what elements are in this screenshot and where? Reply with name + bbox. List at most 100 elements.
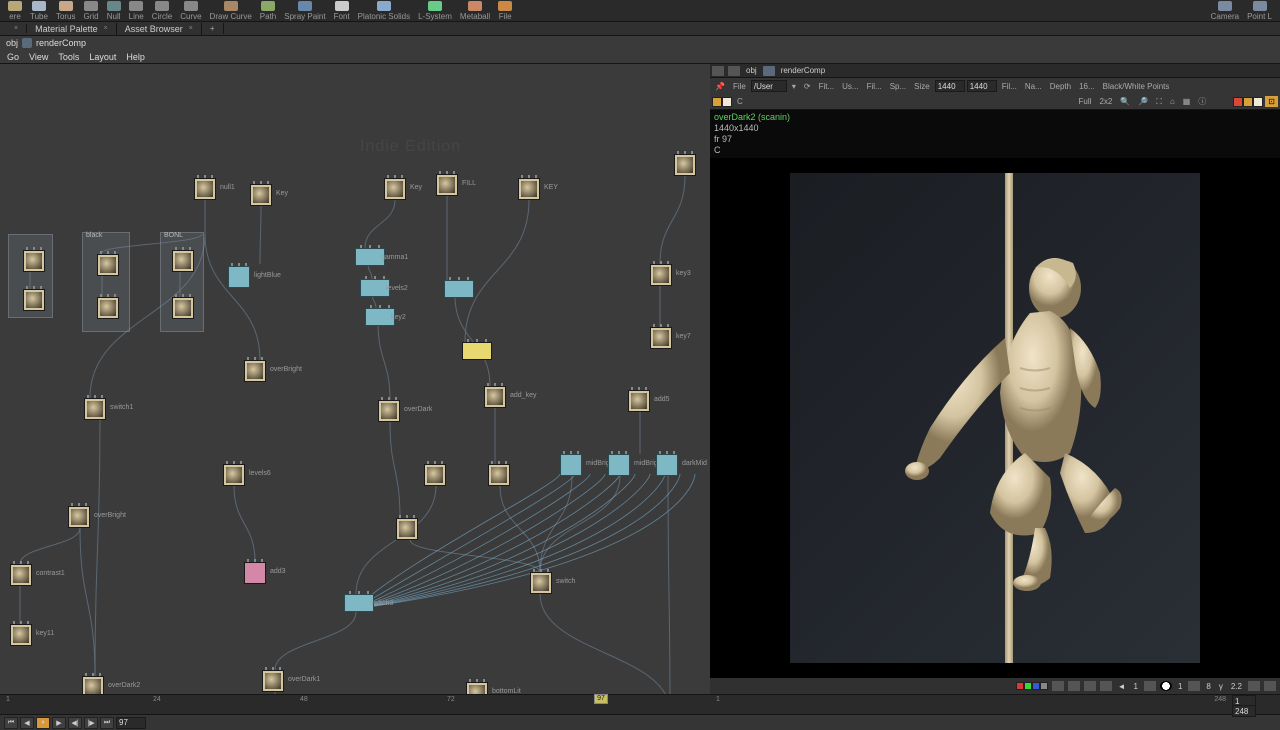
reload-icon[interactable]: ⟳ — [801, 81, 814, 92]
bits-btn[interactable]: 16... — [1076, 81, 1098, 92]
grid-2x2[interactable]: 2x2 — [1096, 96, 1115, 107]
first-frame-button[interactable]: ⏮ — [4, 717, 18, 729]
shelf-lsys[interactable]: L-System — [418, 1, 452, 21]
render-viewport[interactable] — [710, 158, 1280, 678]
node-unnamed[interactable] — [674, 154, 696, 176]
node-unnamed[interactable] — [462, 342, 492, 360]
gear-icon[interactable] — [1068, 681, 1080, 691]
close-icon[interactable]: × — [14, 25, 18, 32]
color-quad[interactable] — [712, 97, 732, 107]
shelf-draw[interactable]: Draw Curve — [210, 1, 252, 21]
timeline[interactable]: 12448729797 1 248 — [0, 694, 1280, 714]
chevron-down-icon[interactable]: ▾ — [789, 81, 799, 92]
menu-view[interactable]: View — [24, 52, 53, 62]
shelf-camera[interactable]: Camera — [1211, 1, 1239, 21]
file-path-input[interactable] — [751, 80, 787, 92]
node-unnamed[interactable] — [23, 250, 45, 272]
node-add_key[interactable]: add_key — [484, 386, 506, 408]
node-KEY[interactable]: KEY — [518, 178, 540, 200]
shelf-platonic[interactable]: Platonic Solids — [358, 1, 410, 21]
node-switch3[interactable]: switch3 — [344, 594, 374, 612]
shelf-line[interactable]: Line — [129, 1, 144, 21]
node-contrast1[interactable]: contrast1 — [10, 564, 32, 586]
file-menu[interactable]: File — [730, 81, 749, 92]
node-levels2[interactable]: levels2 — [360, 279, 390, 297]
render-path-root[interactable]: obj — [746, 66, 757, 75]
menu-layout[interactable]: Layout — [84, 52, 121, 62]
node-lightBlue[interactable]: lightBlue — [228, 266, 250, 288]
shelf-font[interactable]: Font — [334, 1, 350, 21]
node-unnamed[interactable] — [97, 254, 119, 276]
shelf-file[interactable]: File — [498, 1, 512, 21]
height-input[interactable] — [967, 80, 997, 92]
menu-go[interactable]: Go — [2, 52, 24, 62]
pin-icon[interactable]: 📌 — [712, 81, 728, 92]
step-back-button[interactable]: ◀| — [68, 717, 82, 729]
channel-c[interactable]: C — [734, 96, 746, 107]
shelf-grid[interactable]: Grid — [84, 1, 99, 21]
node-overBright[interactable]: overBright — [68, 506, 90, 528]
close-icon[interactable]: ⊡ — [1265, 96, 1278, 107]
node-unnamed[interactable] — [424, 464, 446, 486]
node-icon[interactable] — [763, 66, 775, 76]
tab-empty[interactable]: × — [0, 24, 27, 33]
home-icon[interactable]: ⌂ — [1167, 96, 1178, 107]
node-unnamed[interactable] — [444, 280, 474, 298]
node-add5[interactable]: add5 — [628, 390, 650, 412]
node-overDark1[interactable]: overDark1 — [262, 670, 284, 692]
node-Key[interactable]: Key — [250, 184, 272, 206]
node-key11[interactable]: key11 — [10, 624, 32, 646]
add-icon[interactable] — [1144, 681, 1156, 691]
play-reverse-button[interactable]: ◀ — [20, 717, 34, 729]
width-input[interactable] — [935, 80, 965, 92]
eye-icon[interactable] — [1084, 681, 1096, 691]
close-icon[interactable]: × — [104, 25, 108, 32]
full-btn[interactable]: Full — [1076, 96, 1095, 107]
na-btn[interactable]: Na... — [1022, 81, 1045, 92]
path-root[interactable]: obj — [6, 38, 18, 48]
close-icon[interactable]: × — [189, 25, 193, 32]
fit-icon[interactable]: ⛶ — [1153, 96, 1165, 108]
shelf-null[interactable]: Null — [107, 1, 121, 21]
home-icon[interactable] — [712, 66, 724, 76]
node-FILL[interactable]: FILL — [436, 174, 458, 196]
settings-icon[interactable] — [1264, 681, 1276, 691]
play-button[interactable]: ▶ — [52, 717, 66, 729]
node-overDark[interactable]: overDark — [378, 400, 400, 422]
path-node[interactable]: renderComp — [36, 38, 86, 48]
node-unnamed[interactable] — [172, 250, 194, 272]
node-unnamed[interactable] — [172, 297, 194, 319]
node-key7[interactable]: key7 — [650, 327, 672, 349]
node-unnamed[interactable] — [97, 297, 119, 319]
fit-btn[interactable]: Fit... — [816, 81, 838, 92]
fil-btn[interactable]: Fil... — [864, 81, 885, 92]
node-overDark2[interactable]: overDark2 — [82, 676, 104, 694]
node-overBright[interactable]: overBright — [244, 360, 266, 382]
node-midBrighter[interactable]: midBrighter — [608, 454, 630, 476]
shelf-path[interactable]: Path — [260, 1, 276, 21]
shelf-spray[interactable]: Spray Paint — [284, 1, 325, 21]
contrast-icon[interactable] — [1160, 681, 1172, 691]
node-bottomLit[interactable]: bottomLit — [466, 682, 488, 694]
node-key3[interactable]: key3 — [650, 264, 672, 286]
timeline-playhead[interactable]: 97 — [594, 694, 608, 704]
shelf-circle[interactable]: Circle — [152, 1, 172, 21]
layers-icon[interactable] — [1248, 681, 1260, 691]
node-null1[interactable]: null1 — [194, 178, 216, 200]
node-midBrighter[interactable]: midBrighter — [560, 454, 582, 476]
us-btn[interactable]: Us... — [839, 81, 861, 92]
shelf-sphere[interactable]: ere — [8, 1, 22, 21]
last-frame-button[interactable]: ⏭ — [100, 717, 114, 729]
step-fwd-button[interactable]: |▶ — [84, 717, 98, 729]
tab-add[interactable]: + — [202, 23, 224, 34]
node-levels6[interactable]: levels6 — [223, 464, 245, 486]
pause-button[interactable]: ⏸ — [36, 717, 50, 729]
menu-tools[interactable]: Tools — [53, 52, 84, 62]
gamma-adjust[interactable]: ◄ — [1118, 682, 1126, 691]
zoom-in-icon[interactable]: 🔍 — [1117, 96, 1133, 107]
fil2-btn[interactable]: Fil... — [999, 81, 1020, 92]
node-icon[interactable] — [22, 38, 32, 48]
rgb-toggle[interactable] — [1016, 682, 1048, 690]
up-icon[interactable] — [728, 66, 740, 76]
tab-material-palette[interactable]: Material Palette× — [27, 23, 117, 35]
